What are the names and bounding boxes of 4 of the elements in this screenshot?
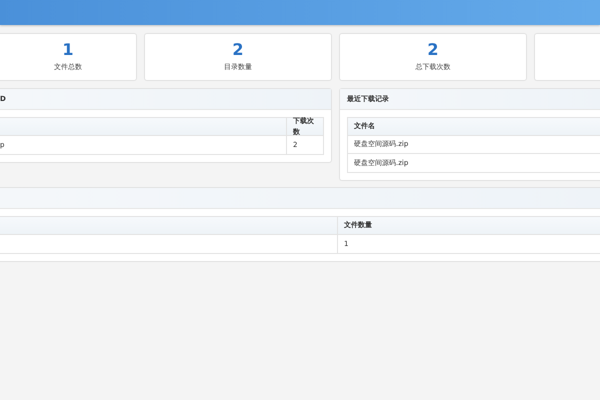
stat-value: 1 <box>62 42 74 58</box>
stat-value: 2 <box>232 42 244 58</box>
stat-value: 2 <box>427 42 439 58</box>
stat-card <box>534 33 600 81</box>
